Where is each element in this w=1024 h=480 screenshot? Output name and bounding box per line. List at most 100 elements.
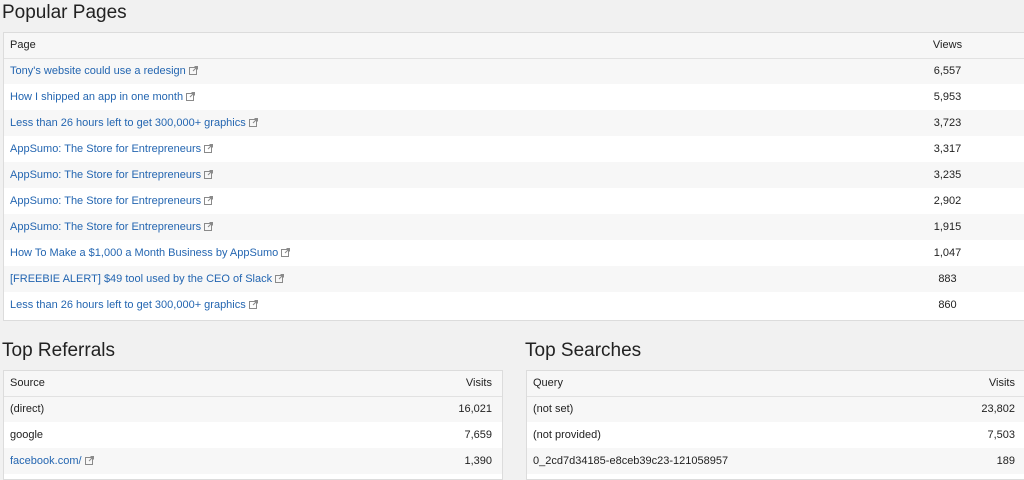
top-searches-panel: Query Visits (not set) 23,802 (not provide… [526, 370, 1024, 480]
page-link[interactable]: AppSumo: The Store for Entrepreneurs [10, 169, 201, 181]
page-link[interactable]: [FREEBIE ALERT] $49 tool used by the CEO… [10, 273, 272, 285]
visits-cell: 1,390 [464, 455, 492, 467]
column-header-visits: Visits [465, 377, 492, 390]
top-searches-title: Top Searches [525, 340, 642, 361]
external-link-icon [204, 222, 214, 231]
popular-pages-panel: Page Views Tony's website could use a re… [3, 32, 1024, 321]
views-cell: 6,557 [933, 65, 962, 78]
views-cell: 3,723 [933, 117, 962, 129]
query-cell: (not provided) [533, 429, 601, 441]
table-row: facebook.com/1,390 [4, 448, 502, 474]
spacer-cell [985, 266, 1024, 292]
spacer-cell [985, 240, 1024, 266]
page-cell: Less than 26 hours left to get 300,000+ … [4, 110, 910, 136]
popular-pages-rows: Tony's website could use a redesign 6,557… [4, 58, 1024, 318]
spacer-cell [985, 110, 1024, 136]
table-row: (not provided) 7,503 [527, 422, 1024, 448]
page-cell: Tony's website could use a redesign [4, 58, 910, 84]
top-referrals-title: Top Referrals [2, 340, 115, 361]
page-cell: [FREEBIE ALERT] $49 tool used by the CEO… [4, 266, 910, 292]
table-row: 0_2cd7d34185-e8ceb39c23-121058957 189 [527, 448, 1024, 474]
table-row: AppSumo: The Store for Entrepreneurs 1,91… [4, 214, 1024, 240]
visits-cell: 7,503 [987, 429, 1015, 441]
source-text: google [10, 429, 44, 441]
table-row: AppSumo: The Store for Entrepreneurs 3,31… [4, 136, 1024, 162]
external-link-icon [186, 92, 196, 101]
table-row: AppSumo: The Store for Entrepreneurs 2,90… [4, 188, 1024, 214]
source-link[interactable]: facebook.com/ [10, 455, 82, 467]
popular-pages-table: Page Views Tony's website could use a re… [4, 33, 1024, 318]
table-header-row: Source Visits [4, 371, 502, 396]
visits-cell: 23,802 [981, 403, 1015, 416]
spacer-cell [985, 136, 1024, 162]
page-link[interactable]: How I shipped an app in one month [10, 91, 183, 103]
spacer-cell [985, 214, 1024, 240]
spacer-cell [985, 162, 1024, 188]
top-referrals-panel: Source Visits (direct) 16,021 google 7,659 f… [3, 370, 503, 480]
source-text: (direct) [10, 403, 45, 416]
top-referrals-table: Source Visits (direct) 16,021 google 7,659 f… [4, 371, 502, 474]
views-cell: 2,902 [933, 195, 962, 207]
visits-cell: 16,021 [458, 403, 492, 416]
external-link-icon [248, 118, 258, 127]
table-row: Less than 26 hours left to get 300,000+ … [4, 292, 1024, 318]
column-header-visits: Visits [988, 377, 1015, 390]
spacer-cell [985, 292, 1024, 318]
table-row: Less than 26 hours left to get 300,000+ … [4, 110, 1024, 136]
views-cell: 883 [938, 273, 957, 285]
external-link-icon [204, 196, 214, 205]
page-cell: How To Make a $1,000 a Month Business by… [4, 240, 910, 266]
popular-pages-title: Popular Pages [2, 2, 127, 23]
views-cell: 3,235 [933, 169, 962, 181]
query-cell: 0_2cd7d34185-e8ceb39c23-121058957 [533, 455, 729, 467]
external-link-icon [84, 456, 94, 465]
table-row: Tony's website could use a redesign 6,557 [4, 58, 1024, 84]
table-row: (direct) 16,021 [4, 396, 502, 422]
external-link-icon [281, 248, 291, 257]
source-cell: facebook.com/ [4, 448, 424, 474]
table-row: google 7,659 [4, 422, 502, 448]
page-link[interactable]: How To Make a $1,000 a Month Business by… [10, 247, 278, 259]
column-header-page: Page [10, 39, 36, 52]
source-cell: google [4, 422, 424, 448]
column-header-source: Source [10, 377, 45, 390]
table-row: (not set) 23,802 [527, 396, 1024, 422]
page-cell: How I shipped an app in one month [4, 84, 910, 110]
page-link[interactable]: Less than 26 hours left to get 300,000+ … [10, 299, 246, 311]
visits-cell: 7,659 [464, 429, 492, 441]
page-cell: AppSumo: The Store for Entrepreneurs [4, 214, 910, 240]
top-searches-rows: (not set) 23,802 (not provided) 7,503 0_2cd7… [527, 396, 1024, 474]
page-link[interactable]: AppSumo: The Store for Entrepreneurs [10, 143, 201, 155]
page-link[interactable]: Less than 26 hours left to get 300,000+ … [10, 117, 246, 129]
external-link-icon [204, 170, 214, 179]
visits-cell: 189 [996, 455, 1015, 467]
top-searches-table: Query Visits (not set) 23,802 (not provide… [527, 371, 1024, 474]
query-cell: (not set) [533, 403, 574, 416]
views-cell: 3,317 [933, 143, 962, 155]
table-header-row: Query Visits [527, 371, 1024, 396]
page-link[interactable]: AppSumo: The Store for Entrepreneurs [10, 195, 201, 207]
column-header-views: Views [932, 39, 963, 52]
table-row: How I shipped an app in one month 5,953 [4, 84, 1024, 110]
views-cell: 1,047 [933, 247, 962, 259]
spacer-cell [985, 188, 1024, 214]
views-cell: 1,915 [933, 221, 962, 233]
external-link-icon [188, 66, 198, 76]
table-row: AppSumo: The Store for Entrepreneurs 3,23… [4, 162, 1024, 188]
table-row: How To Make a $1,000 a Month Business by… [4, 240, 1024, 266]
external-link-icon [204, 144, 214, 153]
top-referrals-rows: (direct) 16,021 google 7,659 facebook.com/1,… [4, 396, 502, 474]
page-link[interactable]: Tony's website could use a redesign [10, 65, 186, 77]
page-cell: AppSumo: The Store for Entrepreneurs [4, 162, 910, 188]
source-cell: (direct) [4, 396, 424, 422]
external-link-icon [248, 300, 258, 309]
spacer-cell [985, 84, 1024, 110]
column-header-query: Query [533, 377, 563, 390]
table-header-row: Page Views [4, 33, 1024, 58]
page-link[interactable]: AppSumo: The Store for Entrepreneurs [10, 221, 201, 233]
external-link-icon [275, 274, 285, 283]
page-cell: AppSumo: The Store for Entrepreneurs [4, 136, 910, 162]
views-cell: 860 [938, 299, 957, 311]
views-cell: 5,953 [933, 91, 962, 103]
spacer-cell [985, 58, 1024, 84]
